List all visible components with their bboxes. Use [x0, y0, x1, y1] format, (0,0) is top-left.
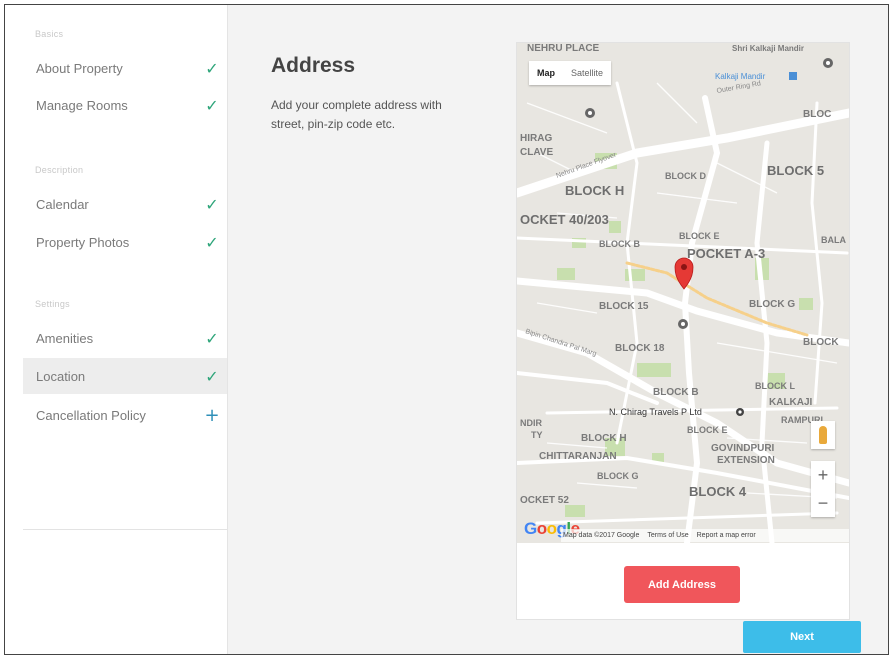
sidebar-item-about-property[interactable]: About Property ✓: [23, 50, 227, 86]
map-label: BLOCK E: [687, 425, 728, 435]
map-label: CHITTARANJAN: [539, 451, 617, 462]
sidebar-item-calendar[interactable]: Calendar ✓: [23, 186, 227, 222]
map-canvas: NEHRU PLACE Shri Kalkaji Mandir HIRAG CL…: [517, 43, 849, 543]
sidebar-item-amenities[interactable]: Amenities ✓: [23, 320, 227, 356]
add-address-button[interactable]: Add Address: [624, 566, 740, 603]
map-label: GOVINDPURI: [711, 443, 775, 454]
sidebar-item-label: Manage Rooms: [36, 97, 128, 113]
street-view-pegman-icon[interactable]: [811, 421, 835, 449]
sidebar: Basics About Property ✓ Manage Rooms ✓ D…: [5, 5, 228, 654]
check-icon: ✓: [205, 366, 219, 386]
check-icon: ✓: [205, 232, 219, 252]
map-label: EXTENSION: [717, 455, 775, 466]
map-label: KALKAJI: [769, 397, 813, 408]
business-label: N. Chirag Travels P Ltd: [609, 407, 702, 417]
map-label: BLOCK 15: [599, 301, 649, 312]
map-label: BALA: [821, 235, 846, 245]
terms-link[interactable]: Terms of Use: [647, 532, 688, 539]
sidebar-item-cancellation-policy[interactable]: Cancellation Policy +: [23, 397, 227, 433]
sidebar-item-property-photos[interactable]: Property Photos ✓: [23, 224, 227, 260]
check-icon: ✓: [205, 58, 219, 78]
map-label: BLOC: [803, 109, 831, 120]
sidebar-item-label: Property Photos: [36, 234, 130, 250]
zoom-in-button[interactable]: +: [811, 461, 835, 489]
map-label: BLOCK B: [599, 239, 640, 249]
check-icon: ✓: [205, 328, 219, 348]
sidebar-section-description: Description: [35, 165, 84, 175]
map-data-credit: Map data ©2017 Google: [563, 532, 640, 539]
sidebar-item-location[interactable]: Location ✓: [23, 358, 227, 394]
map-type-control: Map Satellite: [529, 61, 612, 85]
sidebar-section-basics: Basics: [35, 29, 64, 39]
sidebar-item-label: Amenities: [36, 330, 94, 346]
map-label: BLOCK 5: [767, 163, 824, 178]
report-error-link[interactable]: Report a map error: [697, 532, 756, 539]
sidebar-section-settings: Settings: [35, 299, 70, 309]
map-type-satellite-button[interactable]: Satellite: [563, 68, 611, 78]
map-label: CLAVE: [520, 147, 553, 158]
address-card: NEHRU PLACE Shri Kalkaji Mandir HIRAG CL…: [516, 42, 850, 620]
page-title: Address: [271, 54, 356, 77]
location-map[interactable]: NEHRU PLACE Shri Kalkaji Mandir HIRAG CL…: [517, 43, 849, 543]
page-description: Add your complete address with street, p…: [271, 98, 442, 131]
map-label: BLOCK D: [665, 171, 706, 181]
map-label: OCKET 52: [520, 495, 569, 506]
map-label: OCKET 40/203: [520, 212, 609, 227]
map-label: BLOCK H: [581, 433, 627, 444]
map-label: BLOCK: [803, 337, 839, 348]
sidebar-item-label: Calendar: [36, 196, 89, 212]
sidebar-item-manage-rooms[interactable]: Manage Rooms ✓: [23, 87, 227, 123]
sidebar-divider: [23, 529, 227, 530]
map-label: Kalkaji Mandir: [715, 72, 766, 81]
map-label: BLOCK B: [653, 387, 699, 398]
sidebar-item-label: About Property: [36, 60, 123, 76]
zoom-control: + −: [811, 461, 835, 517]
plus-icon: +: [204, 404, 220, 426]
map-label: BLOCK H: [565, 183, 624, 198]
map-label: BLOCK L: [755, 381, 795, 391]
next-button[interactable]: Next: [743, 621, 861, 653]
metro-icon: [789, 72, 797, 80]
map-label: BLOCK G: [597, 471, 639, 481]
map-type-map-button[interactable]: Map: [529, 68, 563, 78]
map-label: BLOCK 4: [689, 484, 747, 499]
app-frame: Basics About Property ✓ Manage Rooms ✓ D…: [4, 4, 889, 655]
map-label: BLOCK 18: [615, 343, 665, 354]
map-label: NEHRU PLACE: [527, 43, 600, 54]
zoom-out-button[interactable]: −: [811, 489, 835, 517]
check-icon: ✓: [205, 95, 219, 115]
map-label: BLOCK E: [679, 231, 720, 241]
map-label: Shri Kalkaji Mandir: [732, 44, 804, 53]
map-label: BLOCK G: [749, 299, 795, 310]
sidebar-item-label: Cancellation Policy: [36, 407, 146, 423]
sidebar-item-label: Location: [36, 368, 86, 384]
check-icon: ✓: [205, 194, 219, 214]
map-label: HIRAG: [520, 133, 552, 144]
map-attribution: Map data ©2017 Google Terms of Use Repor…: [561, 529, 849, 542]
map-label: NDIR: [520, 418, 542, 428]
map-label: TY: [531, 430, 543, 440]
map-label: POCKET A-3: [687, 246, 765, 261]
